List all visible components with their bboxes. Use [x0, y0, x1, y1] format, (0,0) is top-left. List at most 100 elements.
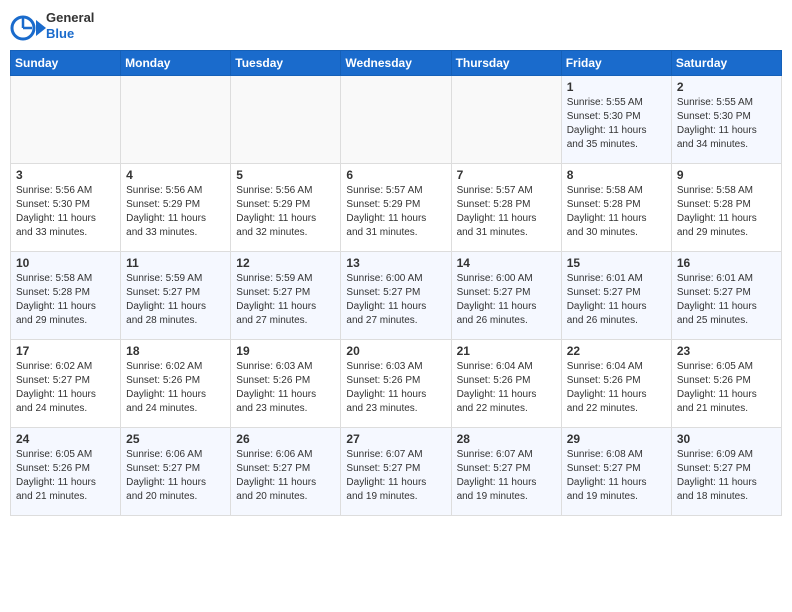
calendar-cell: 15Sunrise: 6:01 AM Sunset: 5:27 PM Dayli… [561, 252, 671, 340]
day-number: 7 [457, 168, 556, 182]
weekday-sunday: Sunday [11, 51, 121, 76]
calendar-cell: 3 Sunrise: 5:56 AM Sunset: 5:30 PM Daylig… [11, 164, 121, 252]
day-info: Sunrise: 6:04 AM Sunset: 5:26 PM Dayligh… [457, 360, 556, 416]
day-info: Sunrise: 5:58 AM Sunset: 5:28 PM Dayligh… [567, 184, 666, 240]
calendar-cell: 17Sunrise: 6:02 AM Sunset: 5:27 PM Dayli… [11, 340, 121, 428]
week-row-5: 24 Sunrise: 6:05 AM Sunset: 5:26 PM Dayli… [11, 428, 782, 516]
day-number: 12 [236, 256, 335, 270]
day-info: Sunrise: 5:56 AM Sunset: 5:29 PM Dayligh… [126, 184, 225, 240]
calendar-cell: 21 Sunrise: 6:04 AM Sunset: 5:26 PM Dayli… [451, 340, 561, 428]
weekday-monday: Monday [121, 51, 231, 76]
day-info: Sunrise: 6:07 AM Sunset: 5:27 PM Dayligh… [457, 448, 556, 504]
day-info: Sunrise: 6:02 AM Sunset: 5:26 PM Dayligh… [126, 360, 225, 416]
calendar-cell [121, 76, 231, 164]
day-info: Sunrise: 5:55 AM Sunset: 5:30 PM Dayligh… [567, 96, 666, 152]
day-info: Sunrise: 5:57 AM Sunset: 5:29 PM Dayligh… [346, 184, 445, 240]
day-info: Sunrise: 6:00 AM Sunset: 5:27 PM Dayligh… [346, 272, 445, 328]
calendar-cell: 25 Sunrise: 6:06 AM Sunset: 5:27 PM Dayli… [121, 428, 231, 516]
calendar-cell [341, 76, 451, 164]
day-info: Sunrise: 5:58 AM Sunset: 5:28 PM Dayligh… [677, 184, 776, 240]
day-number: 2 [677, 80, 776, 94]
day-info: Sunrise: 5:56 AM Sunset: 5:29 PM Dayligh… [236, 184, 335, 240]
day-number: 5 [236, 168, 335, 182]
weekday-wednesday: Wednesday [341, 51, 451, 76]
day-number: 30 [677, 432, 776, 446]
day-number: 13 [346, 256, 445, 270]
weekday-thursday: Thursday [451, 51, 561, 76]
day-number: 26 [236, 432, 335, 446]
calendar-cell: 29 Sunrise: 6:08 AM Sunset: 5:27 PM Dayli… [561, 428, 671, 516]
weekday-tuesday: Tuesday [231, 51, 341, 76]
logo: General Blue [10, 10, 94, 42]
day-info: Sunrise: 5:58 AM Sunset: 5:28 PM Dayligh… [16, 272, 115, 328]
day-number: 11 [126, 256, 225, 270]
week-row-4: 17Sunrise: 6:02 AM Sunset: 5:27 PM Dayli… [11, 340, 782, 428]
day-info: Sunrise: 6:06 AM Sunset: 5:27 PM Dayligh… [236, 448, 335, 504]
day-number: 24 [16, 432, 115, 446]
calendar-cell: 28Sunrise: 6:07 AM Sunset: 5:27 PM Dayli… [451, 428, 561, 516]
calendar-cell: 7 Sunrise: 5:57 AM Sunset: 5:28 PM Daylig… [451, 164, 561, 252]
calendar-cell: 6 Sunrise: 5:57 AM Sunset: 5:29 PM Daylig… [341, 164, 451, 252]
day-number: 16 [677, 256, 776, 270]
day-number: 19 [236, 344, 335, 358]
day-info: Sunrise: 6:03 AM Sunset: 5:26 PM Dayligh… [346, 360, 445, 416]
calendar-cell: 4Sunrise: 5:56 AM Sunset: 5:29 PM Daylig… [121, 164, 231, 252]
day-info: Sunrise: 6:00 AM Sunset: 5:27 PM Dayligh… [457, 272, 556, 328]
day-info: Sunrise: 6:05 AM Sunset: 5:26 PM Dayligh… [16, 448, 115, 504]
day-number: 23 [677, 344, 776, 358]
calendar-cell: 26 Sunrise: 6:06 AM Sunset: 5:27 PM Dayli… [231, 428, 341, 516]
day-info: Sunrise: 6:05 AM Sunset: 5:26 PM Dayligh… [677, 360, 776, 416]
day-number: 6 [346, 168, 445, 182]
day-number: 10 [16, 256, 115, 270]
day-number: 9 [677, 168, 776, 182]
day-number: 3 [16, 168, 115, 182]
day-number: 25 [126, 432, 225, 446]
calendar-table: SundayMondayTuesdayWednesdayThursdayFrid… [10, 50, 782, 516]
calendar-cell: 1 Sunrise: 5:55 AM Sunset: 5:30 PM Daylig… [561, 76, 671, 164]
week-row-3: 10 Sunrise: 5:58 AM Sunset: 5:28 PM Dayli… [11, 252, 782, 340]
calendar-cell: 5 Sunrise: 5:56 AM Sunset: 5:29 PM Daylig… [231, 164, 341, 252]
calendar-cell: 16 Sunrise: 6:01 AM Sunset: 5:27 PM Dayli… [671, 252, 781, 340]
calendar-cell: 10 Sunrise: 5:58 AM Sunset: 5:28 PM Dayli… [11, 252, 121, 340]
calendar-cell: 12Sunrise: 5:59 AM Sunset: 5:27 PM Dayli… [231, 252, 341, 340]
calendar-cell: 8 Sunrise: 5:58 AM Sunset: 5:28 PM Daylig… [561, 164, 671, 252]
day-number: 17 [16, 344, 115, 358]
day-number: 1 [567, 80, 666, 94]
calendar-cell [11, 76, 121, 164]
logo-text: General Blue [10, 10, 94, 42]
day-number: 8 [567, 168, 666, 182]
calendar-cell: 24 Sunrise: 6:05 AM Sunset: 5:26 PM Dayli… [11, 428, 121, 516]
day-number: 18 [126, 344, 225, 358]
weekday-friday: Friday [561, 51, 671, 76]
calendar-cell: 2Sunrise: 5:55 AM Sunset: 5:30 PM Daylig… [671, 76, 781, 164]
day-info: Sunrise: 6:09 AM Sunset: 5:27 PM Dayligh… [677, 448, 776, 504]
day-number: 27 [346, 432, 445, 446]
calendar-cell: 22Sunrise: 6:04 AM Sunset: 5:26 PM Dayli… [561, 340, 671, 428]
day-info: Sunrise: 6:06 AM Sunset: 5:27 PM Dayligh… [126, 448, 225, 504]
weekday-header-row: SundayMondayTuesdayWednesdayThursdayFrid… [11, 51, 782, 76]
calendar-cell: 19 Sunrise: 6:03 AM Sunset: 5:26 PM Dayli… [231, 340, 341, 428]
calendar-cell: 18 Sunrise: 6:02 AM Sunset: 5:26 PM Dayli… [121, 340, 231, 428]
day-info: Sunrise: 6:01 AM Sunset: 5:27 PM Dayligh… [567, 272, 666, 328]
day-info: Sunrise: 5:59 AM Sunset: 5:27 PM Dayligh… [126, 272, 225, 328]
calendar-cell: 14 Sunrise: 6:00 AM Sunset: 5:27 PM Dayli… [451, 252, 561, 340]
week-row-2: 3 Sunrise: 5:56 AM Sunset: 5:30 PM Daylig… [11, 164, 782, 252]
calendar-cell: 30 Sunrise: 6:09 AM Sunset: 5:27 PM Dayli… [671, 428, 781, 516]
day-info: Sunrise: 6:08 AM Sunset: 5:27 PM Dayligh… [567, 448, 666, 504]
day-info: Sunrise: 6:03 AM Sunset: 5:26 PM Dayligh… [236, 360, 335, 416]
calendar-cell [451, 76, 561, 164]
calendar-cell: 9 Sunrise: 5:58 AM Sunset: 5:28 PM Daylig… [671, 164, 781, 252]
day-number: 29 [567, 432, 666, 446]
day-number: 14 [457, 256, 556, 270]
day-number: 21 [457, 344, 556, 358]
day-info: Sunrise: 5:57 AM Sunset: 5:28 PM Dayligh… [457, 184, 556, 240]
page-header: General Blue [10, 10, 782, 42]
calendar-cell: 11 Sunrise: 5:59 AM Sunset: 5:27 PM Dayli… [121, 252, 231, 340]
day-info: Sunrise: 5:56 AM Sunset: 5:30 PM Dayligh… [16, 184, 115, 240]
day-info: Sunrise: 6:01 AM Sunset: 5:27 PM Dayligh… [677, 272, 776, 328]
day-info: Sunrise: 6:07 AM Sunset: 5:27 PM Dayligh… [346, 448, 445, 504]
day-number: 22 [567, 344, 666, 358]
calendar-cell [231, 76, 341, 164]
calendar-cell: 13 Sunrise: 6:00 AM Sunset: 5:27 PM Dayli… [341, 252, 451, 340]
weekday-saturday: Saturday [671, 51, 781, 76]
